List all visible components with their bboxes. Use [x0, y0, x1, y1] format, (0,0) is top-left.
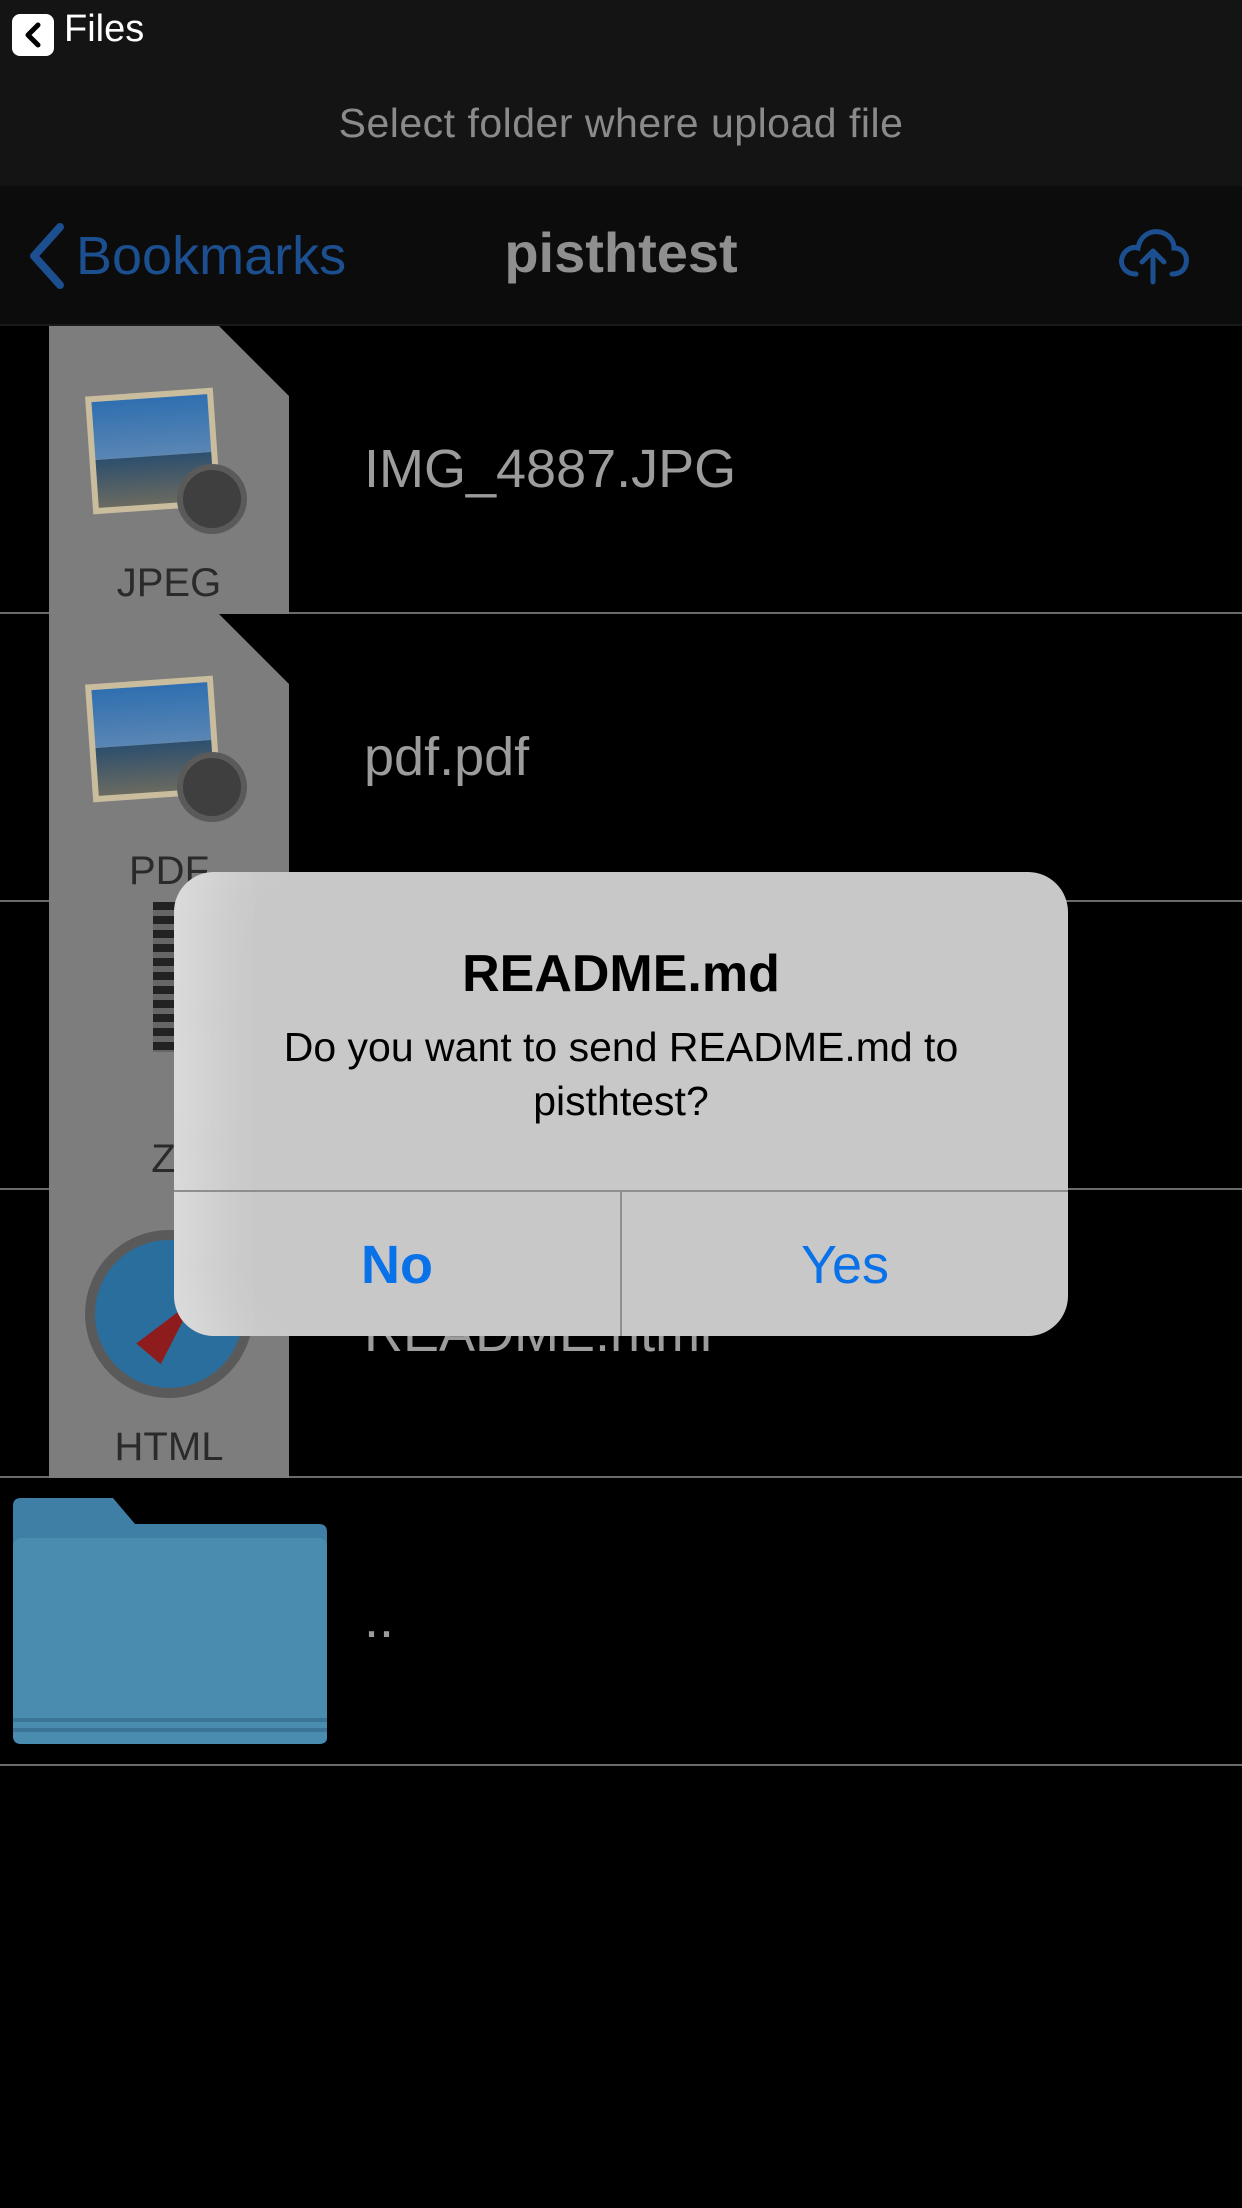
file-name: pdf.pdf [364, 727, 530, 787]
upload-button[interactable] [1116, 220, 1190, 290]
file-type-label: JPEG [116, 561, 222, 605]
no-button[interactable]: No [174, 1192, 620, 1336]
chevron-left-icon [25, 22, 41, 48]
pdf-file-icon: PDF [49, 614, 289, 902]
file-type-label: HTML [114, 1425, 224, 1469]
cloud-upload-icon [1119, 229, 1189, 285]
file-name: IMG_4887.JPG [364, 439, 737, 499]
file-row[interactable]: JPEG IMG_4887.JPG [0, 326, 1242, 614]
file-row[interactable]: PDF pdf.pdf [0, 614, 1242, 902]
folder-icon [13, 1498, 327, 1744]
parent-folder-row[interactable]: .. [0, 1478, 1242, 1766]
dialog-title: README.md [462, 945, 780, 1003]
prompt-text: Select folder where upload file [338, 100, 904, 146]
navigation-bar: Bookmarks pisthtest [0, 186, 1242, 326]
back-to-app-label[interactable]: Files [64, 8, 144, 51]
file-name: .. [364, 1589, 395, 1649]
status-bar: Files [0, 0, 1242, 64]
prompt-bar: Select folder where upload file [0, 64, 1242, 186]
yes-button[interactable]: Yes [622, 1192, 1068, 1336]
back-to-app-button[interactable] [12, 14, 54, 56]
confirm-dialog: README.md Do you want to send README.md … [174, 872, 1068, 1336]
jpeg-file-icon: JPEG [49, 326, 289, 614]
page-title: pisthtest [504, 221, 738, 284]
dialog-message: Do you want to send README.md to pisthte… [283, 1024, 959, 1124]
